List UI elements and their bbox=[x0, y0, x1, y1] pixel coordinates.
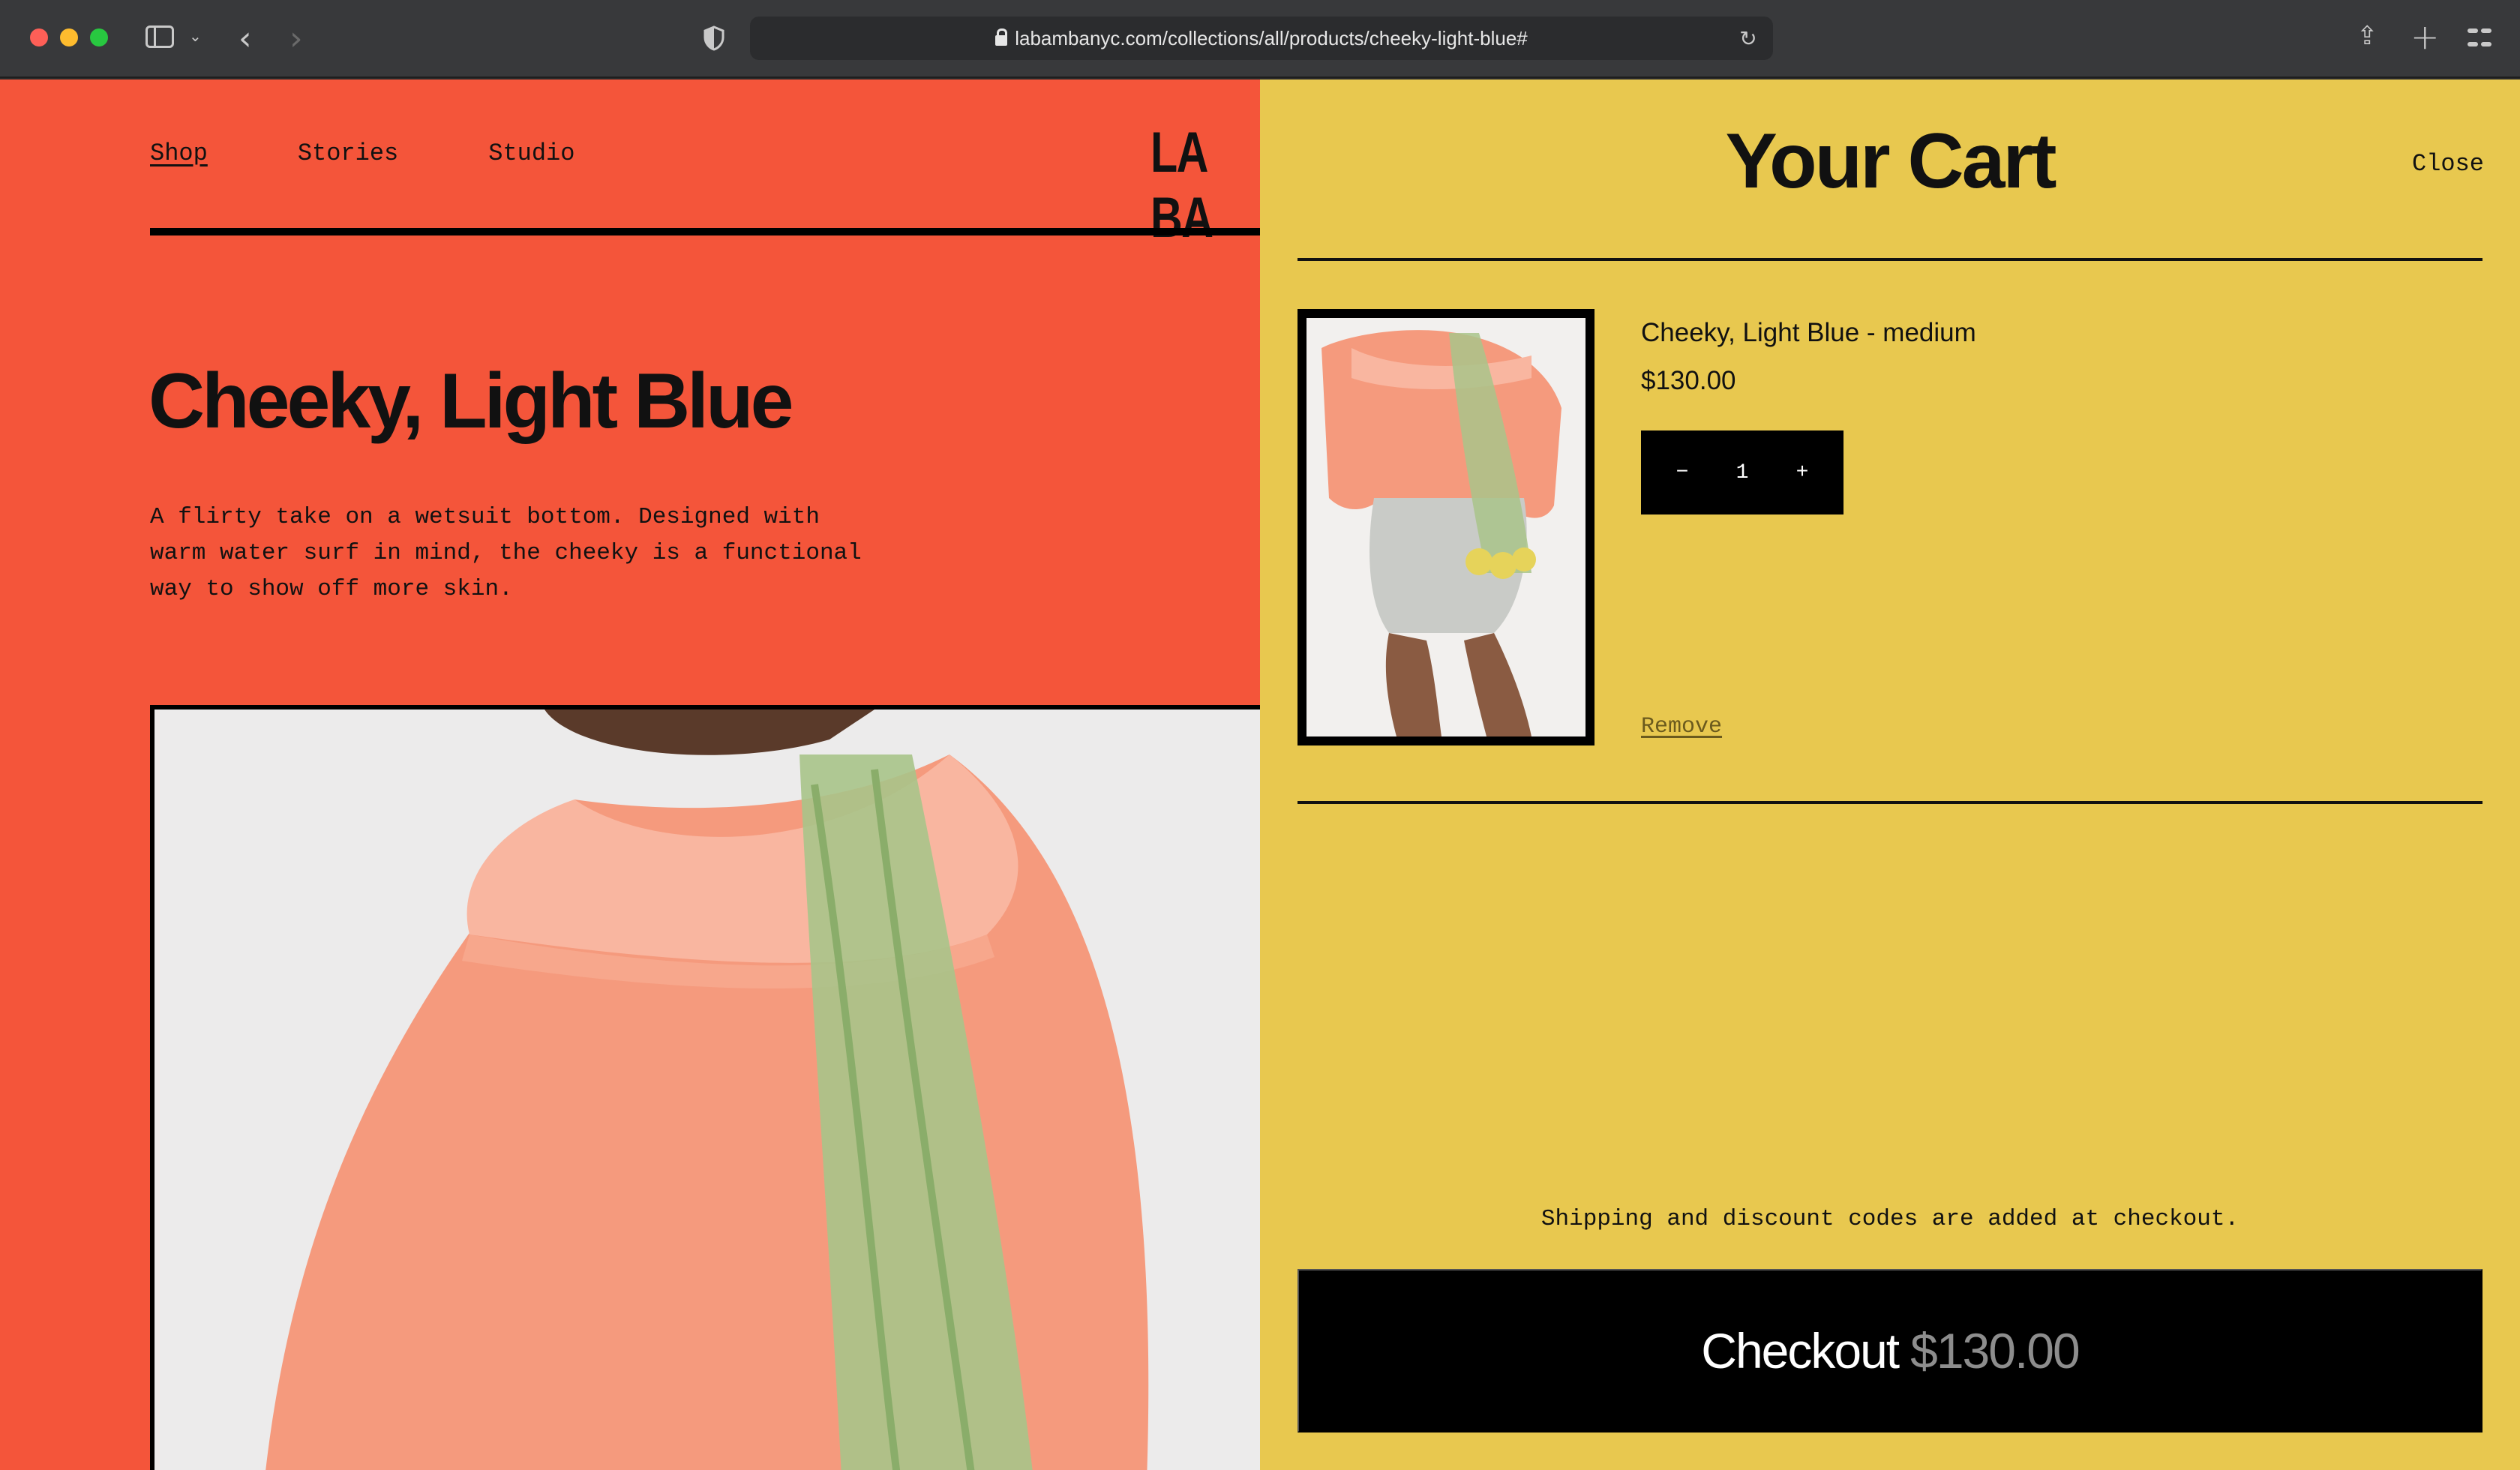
cart-divider-top bbox=[1298, 258, 2482, 261]
increase-quantity-button[interactable]: + bbox=[1791, 461, 1814, 484]
new-tab-icon[interactable]: + bbox=[2410, 16, 2440, 57]
url-display[interactable]: labambanyc.com/collections/all/products/… bbox=[750, 16, 1773, 60]
cart-title: Your Cart bbox=[1725, 118, 2056, 205]
product-page: Shop Stories Studio LA BA Cheeky, Light … bbox=[0, 80, 1260, 1470]
back-arrow-icon[interactable]: ‹ bbox=[238, 20, 252, 58]
close-cart-button[interactable]: Close bbox=[2412, 150, 2484, 178]
cart-item-name[interactable]: Cheeky, Light Blue - medium bbox=[1641, 318, 1976, 348]
cart-item-thumbnail bbox=[1298, 309, 1594, 746]
share-icon[interactable]: ⇪ bbox=[2356, 21, 2378, 51]
lock-icon bbox=[995, 28, 1008, 46]
tab-overview-icon[interactable] bbox=[2468, 26, 2492, 50]
nav-item-shop[interactable]: Shop bbox=[150, 140, 208, 167]
nav-item-stories[interactable]: Stories bbox=[298, 140, 398, 167]
main-nav: Shop Stories Studio bbox=[150, 140, 574, 167]
zoom-window-button[interactable] bbox=[90, 28, 108, 46]
header-divider bbox=[150, 228, 1260, 236]
address-bar[interactable]: labambanyc.com/collections/all/products/… bbox=[750, 16, 1773, 60]
reload-icon[interactable]: ↻ bbox=[1734, 24, 1762, 52]
checkout-label: Checkout bbox=[1701, 1323, 1900, 1378]
product-description: A flirty take on a wetsuit bottom. Desig… bbox=[150, 504, 862, 602]
cart-item-photo-illustration bbox=[1306, 318, 1586, 736]
product-photo-illustration bbox=[154, 710, 1260, 1470]
cart-item-price: $130.00 bbox=[1641, 366, 1736, 395]
nav-item-studio[interactable]: Studio bbox=[488, 140, 574, 167]
close-window-button[interactable] bbox=[30, 28, 48, 46]
cart-divider-bottom bbox=[1298, 801, 2482, 804]
shipping-note: Shipping and discount codes are added at… bbox=[1540, 1206, 2240, 1232]
privacy-shield-icon[interactable] bbox=[704, 26, 724, 51]
decrease-quantity-button[interactable]: − bbox=[1671, 461, 1694, 484]
browser-toolbar: ⌄ ‹ › labambanyc.com/collections/all/pro… bbox=[0, 0, 2520, 78]
minimize-window-button[interactable] bbox=[60, 28, 78, 46]
url-text: labambanyc.com/collections/all/products/… bbox=[1015, 27, 1528, 50]
cart-drawer: Your Cart Close Cheeky, Light Blue - med… bbox=[1260, 80, 2520, 1470]
sidebar-toggle-icon[interactable] bbox=[146, 26, 174, 48]
checkout-button[interactable]: Checkout $130.00 bbox=[1298, 1269, 2482, 1432]
chevron-down-icon[interactable]: ⌄ bbox=[189, 27, 202, 45]
remove-item-button[interactable]: Remove bbox=[1641, 714, 1722, 740]
quantity-stepper: − 1 + bbox=[1641, 430, 1844, 514]
checkout-total: $130.00 bbox=[1910, 1323, 2080, 1378]
forward-arrow-icon[interactable]: › bbox=[290, 20, 303, 58]
product-image bbox=[150, 705, 1260, 1470]
quantity-value[interactable]: 1 bbox=[1736, 461, 1749, 484]
product-title: Cheeky, Light Blue bbox=[148, 358, 794, 445]
